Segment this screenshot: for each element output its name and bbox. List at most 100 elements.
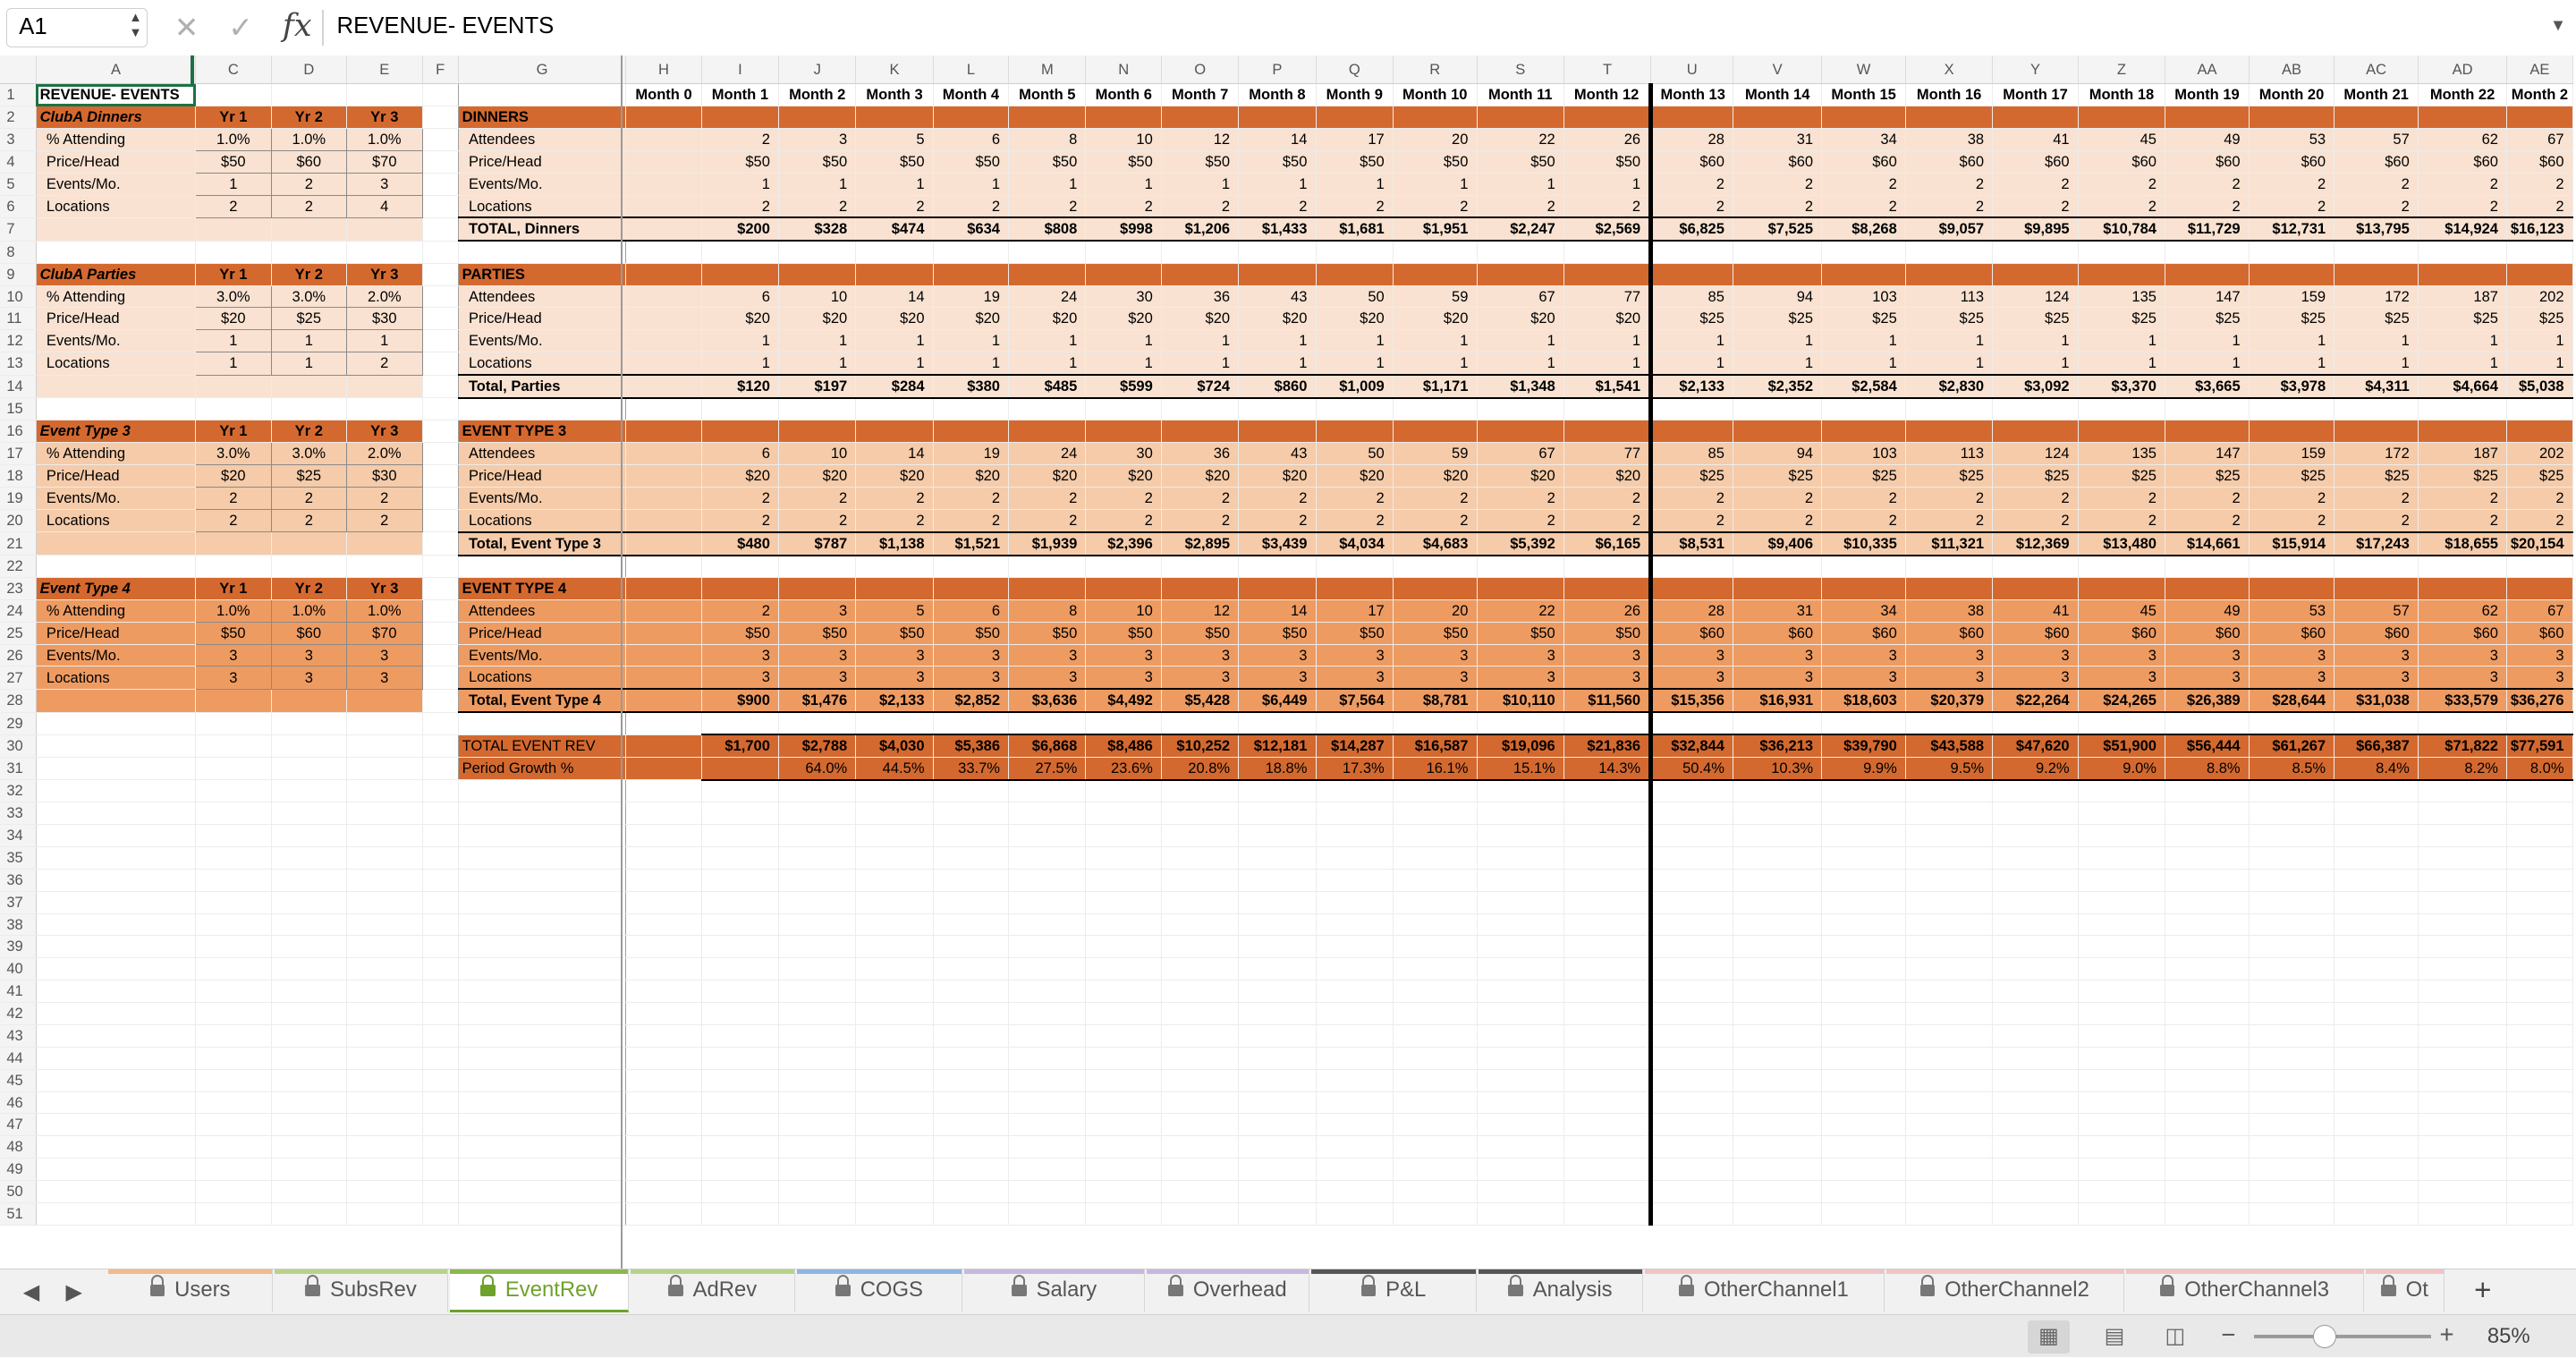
cell[interactable] [625,688,702,714]
data-cell[interactable]: 45 [2078,599,2166,623]
data-cell[interactable]: 10 [778,285,857,309]
total-value[interactable]: $18,655 [2418,530,2508,556]
cell[interactable] [1008,913,1087,937]
input-label[interactable]: Locations [36,509,197,533]
data-cell[interactable]: 2 [1650,195,1734,218]
cell[interactable] [1821,1158,1906,1182]
cell[interactable] [422,869,459,892]
cell[interactable] [778,1047,857,1070]
cell[interactable] [933,1002,1010,1025]
month-header[interactable]: Month 11 [1477,83,1564,107]
year-label[interactable]: Yr 2 [271,106,348,129]
cell[interactable] [778,846,857,870]
cell[interactable] [2418,802,2508,826]
cell[interactable] [933,1202,1010,1226]
total-value[interactable]: $1,138 [855,530,934,556]
cell[interactable] [1238,1158,1317,1182]
data-cell[interactable]: 34 [1821,599,1906,623]
data-cell[interactable]: $25 [1821,307,1906,331]
cell[interactable] [778,1135,857,1159]
cell[interactable] [1733,1135,1823,1159]
cell[interactable] [1821,869,1906,892]
cell[interactable] [2249,802,2335,826]
row-number[interactable]: 27 [0,666,37,690]
data-cell[interactable]: $60 [1992,622,2079,645]
data-cell[interactable]: 2 [933,509,1010,533]
data-cell[interactable]: 3 [2249,666,2335,690]
cell[interactable] [1563,1113,1654,1137]
cell[interactable] [422,980,459,1004]
cell[interactable] [2506,241,2573,264]
cell[interactable] [933,1091,1010,1115]
cell[interactable] [1905,1047,1994,1070]
cell[interactable] [1085,1047,1162,1070]
data-cell[interactable]: $60 [1821,622,1906,645]
total-value[interactable]: $2,352 [1733,374,1823,399]
cell[interactable] [1650,263,1734,286]
data-cell[interactable]: $60 [1650,150,1734,174]
row-number[interactable]: 40 [0,957,37,981]
cell[interactable] [855,1113,934,1137]
total-value[interactable]: $1,521 [933,530,1010,556]
cell[interactable] [1008,824,1087,847]
cancel-icon[interactable]: ✕ [174,10,199,46]
data-cell[interactable]: 2 [1161,509,1240,533]
row-number[interactable]: 26 [0,644,37,667]
cell[interactable] [1821,263,1906,286]
data-cell[interactable]: 2 [1733,509,1823,533]
cell[interactable] [1316,241,1394,264]
sheet-title-cell[interactable]: REVENUE- EVENTS [36,83,197,107]
cell[interactable] [195,913,272,937]
total-value[interactable]: $11,560 [1563,688,1654,714]
total-value[interactable]: $4,311 [2334,374,2419,399]
cell[interactable] [625,846,702,870]
cell[interactable] [1905,1069,1994,1092]
cell[interactable] [195,757,272,781]
data-cell[interactable]: 2 [1008,509,1087,533]
input-value[interactable]: 1 [195,172,272,196]
cell[interactable] [346,734,423,758]
cell[interactable] [1650,106,1734,129]
cell[interactable] [422,150,459,174]
cell[interactable] [933,1158,1010,1182]
cell[interactable] [2506,802,2573,826]
data-cell[interactable]: 31 [1733,599,1823,623]
cell[interactable] [625,779,702,803]
cell[interactable] [1650,779,1734,803]
cell[interactable] [346,1135,423,1159]
cell[interactable] [346,1091,423,1115]
name-box-stepper-icon[interactable]: ▲ ▼ [129,11,142,40]
data-cell[interactable]: 1 [1477,173,1564,196]
total-value[interactable]: $20,379 [1905,688,1994,714]
data-cell[interactable]: 172 [2334,442,2419,466]
cell[interactable] [1733,1047,1823,1070]
cell[interactable] [1563,1135,1654,1159]
total-value[interactable]: $16,931 [1733,688,1823,714]
cell[interactable] [2506,106,2573,129]
cell[interactable] [458,1135,627,1159]
data-cell[interactable]: 1 [1238,329,1317,353]
cell[interactable] [1008,1180,1087,1203]
input-section-title[interactable]: ClubA Parties [36,263,197,286]
cell[interactable] [2165,913,2250,937]
data-cell[interactable]: 2 [1650,173,1734,196]
cell[interactable] [36,957,197,981]
cell[interactable] [2334,1091,2419,1115]
data-cell[interactable]: $50 [1085,150,1162,174]
data-cell[interactable]: 2 [2078,487,2166,510]
cell[interactable] [2418,263,2508,286]
cell[interactable] [1563,555,1654,578]
input-value[interactable]: $25 [270,464,348,488]
cell[interactable] [36,1158,197,1182]
total-value[interactable]: $5,038 [2506,374,2573,399]
data-cell[interactable]: $25 [2418,307,2508,331]
cell[interactable] [195,980,272,1004]
cell[interactable] [195,1069,272,1092]
data-cell[interactable]: $60 [2506,622,2573,645]
column-header[interactable]: X [1905,55,1994,85]
cell[interactable] [1650,1113,1734,1137]
cell[interactable] [1161,980,1240,1004]
data-cell[interactable]: 3 [1161,666,1240,690]
cell[interactable] [1008,935,1087,959]
cell[interactable] [346,1113,423,1137]
